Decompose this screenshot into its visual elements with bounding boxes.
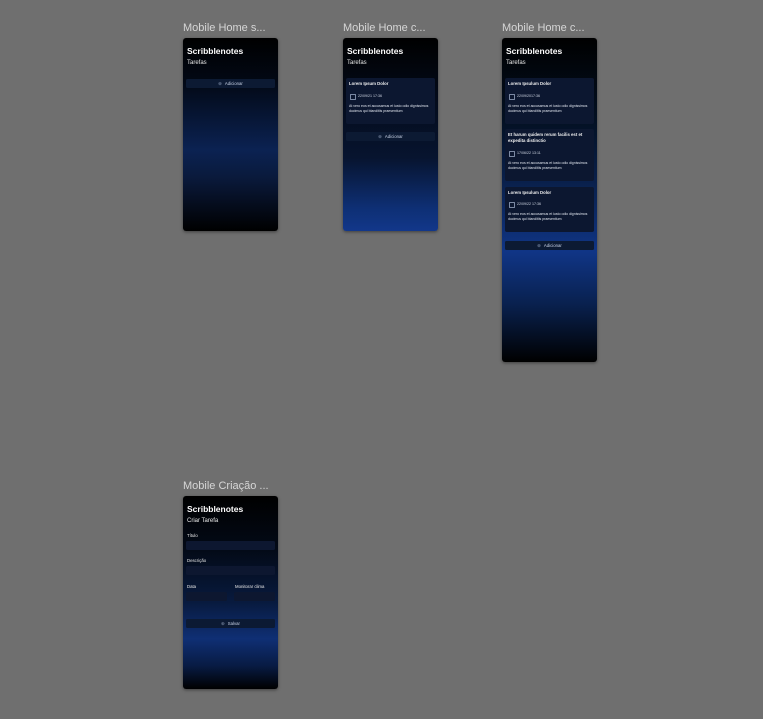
task-title: Lorem Ipsulum Dolor	[508, 190, 552, 195]
task-card[interactable]: Lorem Ipsum Dolor 22/09/21 17:36 At vero…	[346, 78, 435, 124]
add-button[interactable]: ⊕ Adicionar	[186, 79, 275, 88]
task-title: Lorem Ipsulum Dolor	[508, 81, 552, 86]
section-title: Tarefas	[187, 60, 207, 66]
weather-label: Monitorar clima	[235, 584, 265, 589]
task-date: 22/09/2017:36	[517, 94, 540, 98]
calendar-icon	[350, 94, 356, 100]
add-button-label: Adicionar	[384, 134, 403, 139]
section-title: Criar Tarefa	[187, 518, 219, 524]
frame-home-one: Scribblenotes Tarefas Lorem Ipsum Dolor …	[343, 38, 438, 231]
frame-title-one[interactable]: Mobile Home c...	[343, 22, 443, 34]
frame-create-task: Scribblenotes Criar Tarefa Título Descri…	[183, 496, 278, 689]
save-button[interactable]: ⊕ Salvar	[186, 619, 275, 628]
plus-circle-icon: ⊕	[537, 242, 541, 248]
frame-home-empty: Scribblenotes Tarefas ⊕ Adicionar	[183, 38, 278, 231]
add-button-label: Adicionar	[543, 243, 562, 248]
frame-title-many[interactable]: Mobile Home c...	[502, 22, 602, 34]
section-title: Tarefas	[347, 60, 367, 66]
frame-title-empty[interactable]: Mobile Home s...	[183, 22, 283, 34]
task-date: 22/09/22 17:36	[517, 202, 541, 206]
frame-title-create[interactable]: Mobile Criação ...	[183, 480, 283, 492]
description-input[interactable]	[186, 566, 275, 575]
date-label: Data	[187, 584, 197, 589]
description-label: Descrição	[187, 558, 207, 563]
task-date: 17/06/22 13:11	[517, 151, 541, 155]
task-date: 22/09/21 17:36	[358, 94, 382, 98]
task-card[interactable]: Lorem Ipsulum Dolor 22/09/22 17:36 At ve…	[505, 187, 594, 232]
task-description: At vero eos et accusamus et iusto odio d…	[349, 104, 429, 113]
app-title: Scribblenotes	[347, 46, 404, 56]
app-title: Scribblenotes	[506, 46, 563, 56]
save-icon: ⊕	[221, 620, 225, 626]
task-description: At vero eos et accusamus et iusto odio d…	[508, 104, 588, 113]
add-button[interactable]: ⊕ Adicionar	[505, 241, 594, 250]
title-label: Título	[187, 533, 198, 538]
title-input[interactable]	[186, 541, 275, 550]
task-description: At vero eos et accusamus et iusto odio d…	[508, 161, 588, 170]
date-input[interactable]	[186, 592, 227, 601]
plus-circle-icon: ⊕	[218, 80, 222, 86]
weather-input[interactable]	[234, 592, 275, 601]
app-title: Scribblenotes	[187, 46, 244, 56]
app-title: Scribblenotes	[187, 504, 244, 514]
calendar-icon	[509, 94, 515, 100]
calendar-icon	[509, 202, 515, 208]
add-button-label: Adicionar	[224, 81, 243, 86]
task-card[interactable]: Et harum quidem rerum facilis est et exp…	[505, 129, 594, 181]
section-title: Tarefas	[506, 60, 526, 66]
task-description: At vero eos et accusamus et iusto odio d…	[508, 212, 588, 221]
save-button-label: Salvar	[227, 621, 240, 626]
task-title: Lorem Ipsum Dolor	[349, 81, 389, 86]
plus-circle-icon: ⊕	[378, 133, 382, 139]
task-title: Et harum quidem rerum facilis est et exp…	[508, 132, 583, 143]
frame-home-many: Scribblenotes Tarefas Lorem Ipsulum Dolo…	[502, 38, 597, 362]
task-card[interactable]: Lorem Ipsulum Dolor 22/09/2017:36 At ver…	[505, 78, 594, 124]
calendar-icon	[509, 151, 515, 157]
add-button[interactable]: ⊕ Adicionar	[346, 132, 435, 141]
